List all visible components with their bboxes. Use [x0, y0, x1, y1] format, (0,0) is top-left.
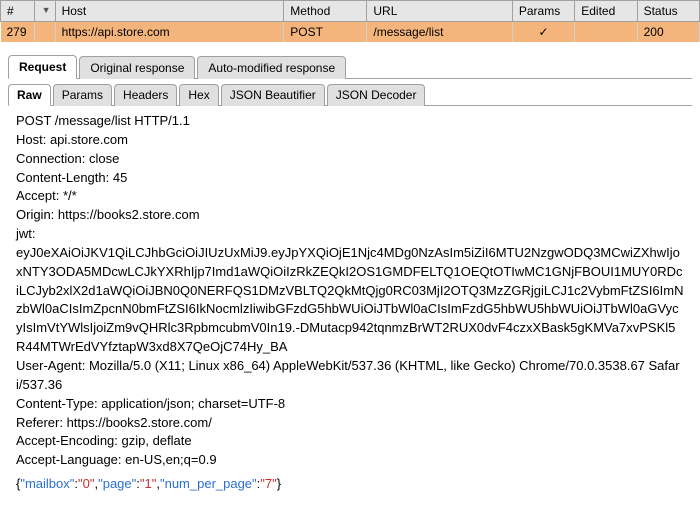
cell-dot [34, 22, 55, 43]
inner-tabs: Raw Params Headers Hex JSON Beautifier J… [8, 83, 692, 106]
table-row[interactable]: 279 https://api.store.com POST /message/… [1, 22, 700, 43]
col-header-method[interactable]: Method [284, 1, 367, 22]
col-header-sort[interactable]: ▼ [34, 1, 55, 22]
tab-original-response[interactable]: Original response [79, 56, 195, 79]
cell-params: ✓ [512, 22, 574, 43]
tab-auto-modified-response[interactable]: Auto-modified response [197, 56, 346, 79]
col-header-status[interactable]: Status [637, 1, 699, 22]
request-table: # ▼ Host Method URL Params Edited Status… [0, 0, 700, 42]
tab-json-beautifier[interactable]: JSON Beautifier [221, 84, 325, 106]
col-header-host[interactable]: Host [55, 1, 284, 22]
table-header-row: # ▼ Host Method URL Params Edited Status [1, 1, 700, 22]
cell-host: https://api.store.com [55, 22, 284, 43]
col-header-params[interactable]: Params [512, 1, 574, 22]
tab-raw[interactable]: Raw [8, 84, 51, 106]
tab-json-decoder[interactable]: JSON Decoder [327, 84, 426, 106]
cell-edited [575, 22, 637, 43]
tab-headers[interactable]: Headers [114, 84, 177, 106]
tab-params[interactable]: Params [53, 84, 112, 106]
tab-hex[interactable]: Hex [179, 84, 218, 106]
cell-url: /message/list [367, 22, 513, 43]
cell-status: 200 [637, 22, 699, 43]
cell-num: 279 [1, 22, 35, 43]
raw-request-body[interactable]: POST /message/list HTTP/1.1 Host: api.st… [8, 106, 692, 476]
tab-request[interactable]: Request [8, 55, 77, 79]
json-body[interactable]: {"mailbox":"0","page":"1","num_per_page"… [8, 476, 692, 497]
col-header-num[interactable]: # [1, 1, 35, 22]
col-header-edited[interactable]: Edited [575, 1, 637, 22]
col-header-url[interactable]: URL [367, 1, 513, 22]
cell-method: POST [284, 22, 367, 43]
sort-arrow-icon: ▼ [42, 5, 51, 15]
outer-tabs: Request Original response Auto-modified … [8, 54, 692, 79]
